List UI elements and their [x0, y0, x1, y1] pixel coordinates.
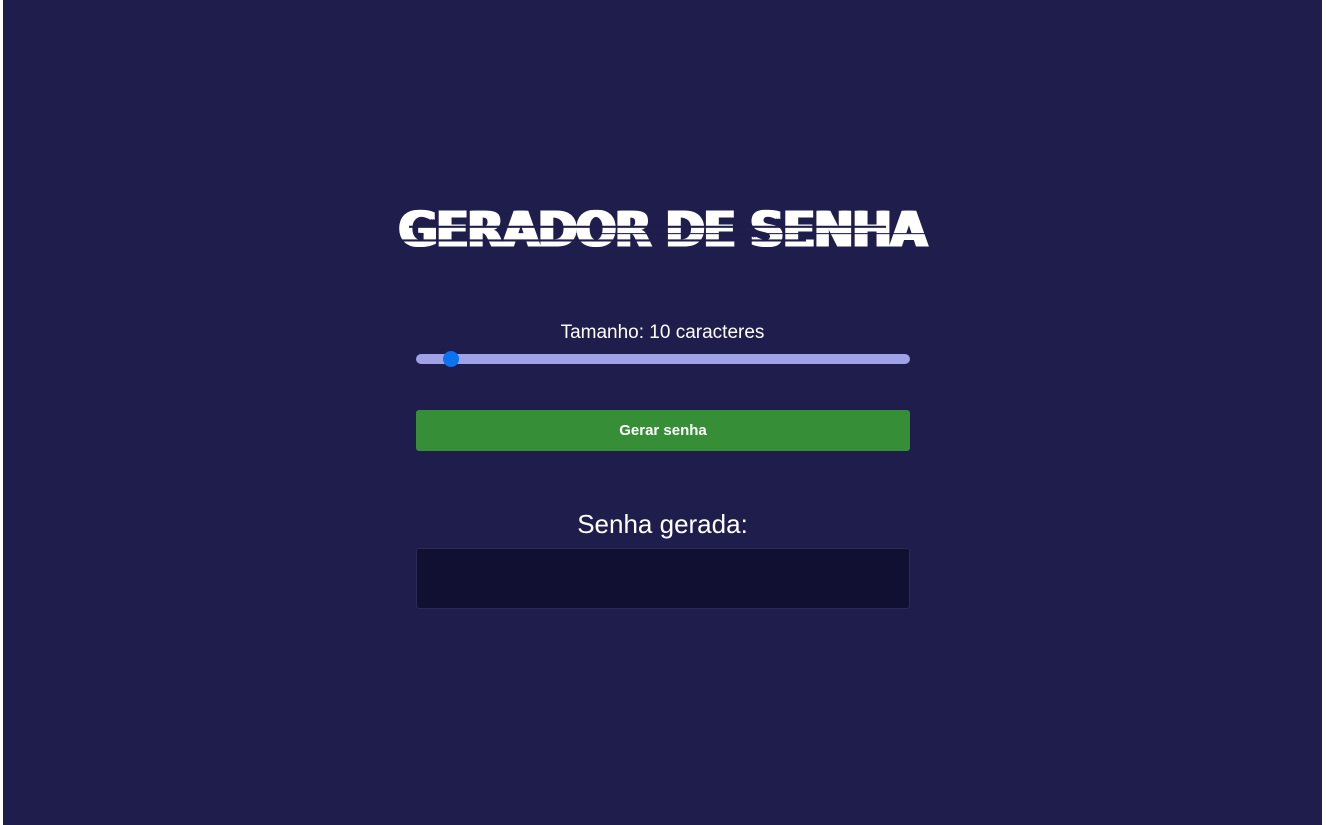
- page-title-text: GERADOR DE SENHA: [398, 201, 927, 260]
- length-slider[interactable]: [416, 351, 910, 367]
- app-container: GERADOR DE SENHA Tamanho: 10 caracteres …: [3, 0, 1322, 825]
- slider-track[interactable]: [416, 354, 910, 364]
- length-label: Tamanho: 10 caracteres: [560, 322, 765, 343]
- generate-password-button[interactable]: Gerar senha: [416, 410, 910, 451]
- page-title: GERADOR DE SENHA: [394, 194, 931, 268]
- generated-password-label: Senha gerada:: [577, 509, 748, 539]
- generated-password-output[interactable]: [416, 548, 910, 609]
- slider-thumb[interactable]: [443, 351, 460, 367]
- title-container: GERADOR DE SENHA: [3, 196, 1322, 266]
